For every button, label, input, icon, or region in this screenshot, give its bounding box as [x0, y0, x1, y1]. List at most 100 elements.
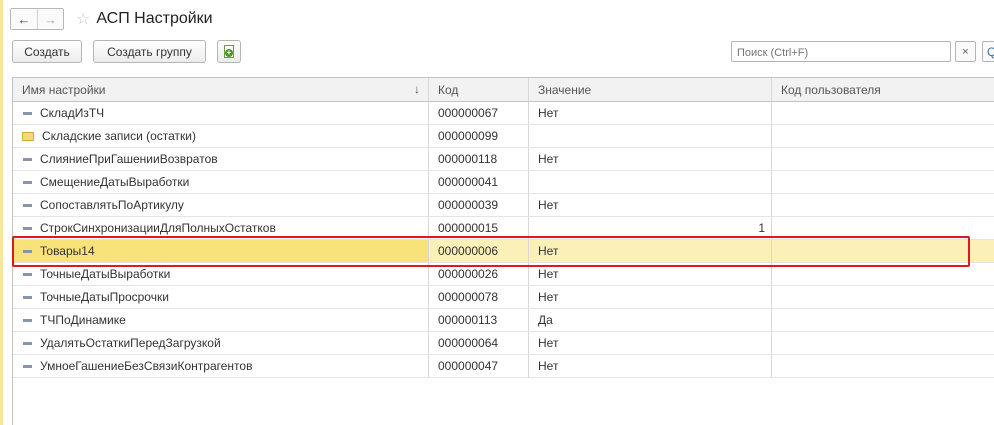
cell-name[interactable]: УмноеГашениеБезСвязиКонтрагентов: [13, 355, 429, 377]
setting-name: ТочныеДатыВыработки: [40, 267, 171, 281]
setting-name: УдалятьОстаткиПередЗагрузкой: [40, 336, 221, 350]
cell-user-code[interactable]: [772, 240, 994, 262]
cell-code[interactable]: 000000064: [429, 332, 529, 354]
cell-name[interactable]: СтрокСинхронизацииДляПолныхОстатков: [13, 217, 429, 239]
cell-user-code[interactable]: [772, 125, 994, 147]
setting-name: ТочныеДатыПросрочки: [40, 290, 169, 304]
cell-name[interactable]: СлияниеПриГашенииВозвратов: [13, 148, 429, 170]
cell-user-code[interactable]: [772, 171, 994, 193]
cell-name[interactable]: ТЧПоДинамике: [13, 309, 429, 331]
table-row[interactable]: УдалятьОстаткиПередЗагрузкой 000000064 Нет: [13, 332, 994, 355]
cell-value[interactable]: 1: [529, 217, 772, 239]
page-title: АСП Настройки: [96, 10, 213, 27]
create-button[interactable]: Создать: [12, 40, 82, 63]
item-icon: [23, 180, 32, 184]
cell-user-code[interactable]: [772, 332, 994, 354]
table-row[interactable]: ТЧПоДинамике 000000113 Да: [13, 309, 994, 332]
setting-name: ТЧПоДинамике: [40, 313, 126, 327]
cell-name[interactable]: СмещениеДатыВыработки: [13, 171, 429, 193]
setting-name: СопоставлятьПоАртикулу: [40, 198, 184, 212]
table-row[interactable]: СлияниеПриГашенииВозвратов 000000118 Нет: [13, 148, 994, 171]
table-row[interactable]: СопоставлятьПоАртикулу 000000039 Нет: [13, 194, 994, 217]
cell-value[interactable]: [529, 125, 772, 147]
cell-code[interactable]: 000000078: [429, 286, 529, 308]
arrow-right-icon: →: [44, 11, 57, 27]
setting-name: СлияниеПриГашенииВозвратов: [40, 152, 218, 166]
cell-code[interactable]: 000000026: [429, 263, 529, 285]
cell-name[interactable]: УдалятьОстаткиПередЗагрузкой: [13, 332, 429, 354]
cell-value[interactable]: Да: [529, 309, 772, 331]
cell-value[interactable]: Нет: [529, 286, 772, 308]
cell-name[interactable]: СкладИзТЧ: [13, 102, 429, 124]
setting-name: Товары14: [40, 244, 95, 258]
cell-user-code[interactable]: [772, 194, 994, 216]
table-row[interactable]: ТочныеДатыВыработки 000000026 Нет: [13, 263, 994, 286]
cell-user-code[interactable]: [772, 286, 994, 308]
cell-code[interactable]: 000000118: [429, 148, 529, 170]
cell-name[interactable]: ТочныеДатыПросрочки: [13, 286, 429, 308]
column-header-user-code[interactable]: Код пользователя: [772, 78, 994, 101]
sort-down-icon: ↓: [414, 82, 420, 96]
item-icon: [23, 226, 32, 230]
cell-code[interactable]: 000000067: [429, 102, 529, 124]
cell-value[interactable]: Нет: [529, 355, 772, 377]
cell-code[interactable]: 000000113: [429, 309, 529, 331]
item-icon: [23, 157, 32, 161]
cell-code[interactable]: 000000047: [429, 355, 529, 377]
item-icon: [23, 272, 32, 276]
copy-button[interactable]: +: [217, 40, 241, 63]
item-icon: [23, 364, 32, 368]
cell-value[interactable]: Нет: [529, 194, 772, 216]
cell-user-code[interactable]: [772, 148, 994, 170]
cell-code[interactable]: 000000099: [429, 125, 529, 147]
cell-value[interactable]: [529, 171, 772, 193]
table-row[interactable]: СкладИзТЧ 000000067 Нет: [13, 102, 994, 125]
table-body: СкладИзТЧ 000000067 Нет Складские записи (о…: [13, 102, 994, 378]
column-header-name[interactable]: Имя настройки ↓: [13, 78, 429, 101]
title-bar: ← → ☆ АСП Настройки: [0, 0, 994, 38]
item-icon: [23, 295, 32, 299]
table-row[interactable]: УмноеГашениеБезСвязиКонтрагентов 00000004…: [13, 355, 994, 378]
cell-value[interactable]: Нет: [529, 240, 772, 262]
table-row[interactable]: СтрокСинхронизацииДляПолныхОстатков 00000…: [13, 217, 994, 240]
settings-table: Имя настройки ↓ Код Значение Код пользов…: [12, 77, 994, 425]
back-button[interactable]: ←: [11, 9, 37, 29]
cell-name[interactable]: СопоставлятьПоАртикулу: [13, 194, 429, 216]
search-input[interactable]: [731, 41, 951, 62]
column-header-value[interactable]: Значение: [529, 78, 772, 101]
forward-button[interactable]: →: [37, 9, 63, 29]
star-icon[interactable]: ☆: [76, 9, 90, 29]
cell-user-code[interactable]: [772, 217, 994, 239]
item-icon: [23, 111, 32, 115]
cell-user-code[interactable]: [772, 309, 994, 331]
cell-code[interactable]: 000000006: [429, 240, 529, 262]
setting-name: СтрокСинхронизацииДляПолныхОстатков: [40, 221, 276, 235]
table-row[interactable]: Складские записи (остатки) 000000099: [13, 125, 994, 148]
cell-user-code[interactable]: [772, 102, 994, 124]
setting-name: СмещениеДатыВыработки: [40, 175, 190, 189]
column-header-code[interactable]: Код: [429, 78, 529, 101]
item-icon: [23, 249, 32, 253]
cell-name[interactable]: Складские записи (остатки): [13, 125, 429, 147]
cell-value[interactable]: Нет: [529, 332, 772, 354]
cell-code[interactable]: 000000039: [429, 194, 529, 216]
table-row[interactable]: СмещениеДатыВыработки 000000041: [13, 171, 994, 194]
create-group-button[interactable]: Создать группу: [93, 40, 206, 63]
cell-user-code[interactable]: [772, 355, 994, 377]
cell-code[interactable]: 000000041: [429, 171, 529, 193]
cell-name[interactable]: ТочныеДатыВыработки: [13, 263, 429, 285]
setting-name: СкладИзТЧ: [40, 106, 105, 120]
search-button[interactable]: Q: [982, 41, 994, 62]
navigation-buttons: ← →: [10, 8, 64, 30]
cell-name[interactable]: Товары14: [13, 240, 429, 262]
setting-name: УмноеГашениеБезСвязиКонтрагентов: [40, 359, 253, 373]
table-row[interactable]: ТочныеДатыПросрочки 000000078 Нет: [13, 286, 994, 309]
cell-user-code[interactable]: [772, 263, 994, 285]
cell-value[interactable]: Нет: [529, 102, 772, 124]
cell-code[interactable]: 000000015: [429, 217, 529, 239]
item-icon: [23, 341, 32, 345]
cell-value[interactable]: Нет: [529, 148, 772, 170]
search-clear-button[interactable]: ×: [955, 41, 976, 62]
table-row[interactable]: Товары14 000000006 Нет: [13, 240, 994, 263]
cell-value[interactable]: Нет: [529, 263, 772, 285]
